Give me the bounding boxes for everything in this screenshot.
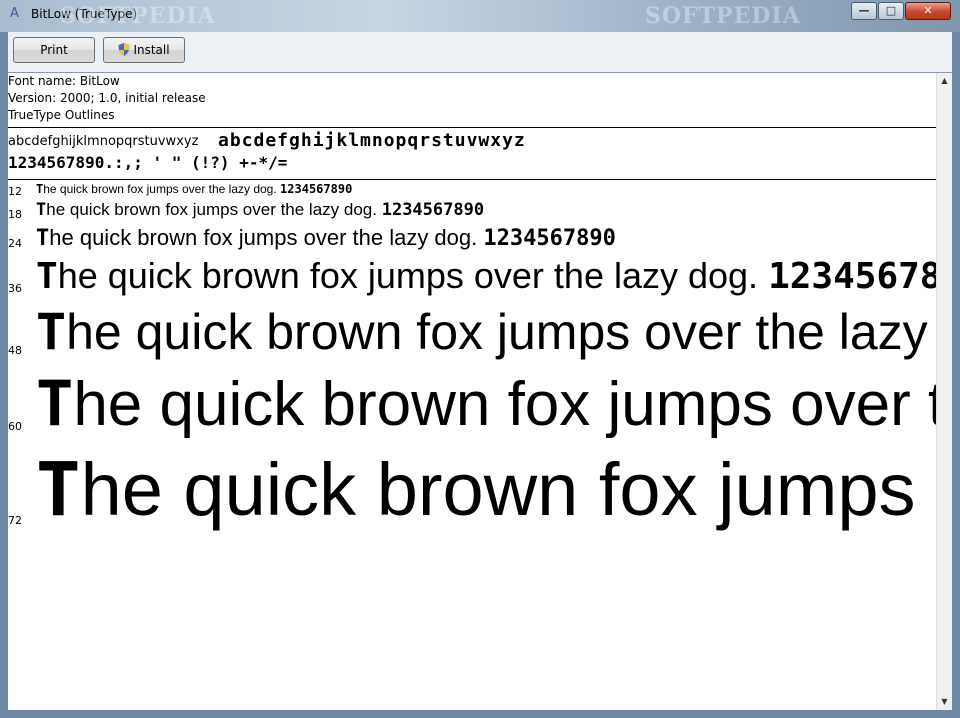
charset-numbers-symbols: 1234567890.:,; ' " (!?) +-*/= <box>8 153 288 172</box>
title-bar[interactable]: A BitLow (TrueType) SOFTPEDIA SOFTPEDIA … <box>0 0 960 32</box>
charset-lowercase-system: abcdefghijklmnopqrstuvwxyz <box>8 134 199 149</box>
sample-size: 18 <box>8 208 22 221</box>
sample-first-letter: T <box>36 367 74 440</box>
sample-pangram: he quick brown fox jumps over the lazy d… <box>57 255 759 296</box>
uac-shield-icon <box>118 43 130 56</box>
minimize-icon: — <box>858 4 870 17</box>
sample-digits: 1234567890 <box>381 200 485 220</box>
minimize-button[interactable]: — <box>851 2 877 20</box>
print-button[interactable]: Print <box>13 37 95 63</box>
toolbar: Print Install <box>8 32 952 73</box>
sample-first-letter: T <box>36 226 50 251</box>
sample-first-letter: T <box>36 256 58 297</box>
charset-lowercase-font: abcdefghijklmnopqrstuvwxyz <box>218 130 526 151</box>
sample-pangram: he quick brown fox jumps over the lazy d… <box>46 200 377 219</box>
font-preview-area: Font name: BitLow Version: 2000; 1.0, in… <box>8 73 936 710</box>
sample-row: 72 The quick brown fox jumps over the la… <box>8 445 936 545</box>
sample-row: 60 The quick brown fox jumps over the la… <box>8 365 936 447</box>
font-version: Version: 2000; 1.0, initial release <box>8 91 206 105</box>
sample-row: 36 The quick brown fox jumps over the la… <box>8 253 936 305</box>
sample-text: The quick brown fox jumps over the lazy … <box>36 182 352 196</box>
sample-text: The quick brown fox jumps over the lazy … <box>36 200 484 220</box>
scroll-down-icon[interactable]: ▼ <box>937 694 952 710</box>
maximize-icon: □ <box>885 4 897 17</box>
sample-size: 72 <box>8 514 22 527</box>
close-icon: ✕ <box>923 4 933 17</box>
sample-pangram: he quick brown fox jumps over the lazy d… <box>80 448 936 531</box>
sample-text: The quick brown fox jumps over the lazy … <box>36 255 936 297</box>
sample-row: 24 The quick brown fox jumps over the la… <box>8 222 936 256</box>
sample-size: 24 <box>8 237 22 250</box>
divider <box>8 127 936 128</box>
sample-row: 18 The quick brown fox jumps over the la… <box>8 198 936 224</box>
divider <box>8 179 936 180</box>
sample-row: 48 The quick brown fox jumps over the la… <box>8 301 936 367</box>
sample-size: 12 <box>8 185 22 198</box>
font-outline-type: TrueType Outlines <box>8 108 115 122</box>
watermark-left: SOFTPEDIA <box>60 3 216 29</box>
maximize-button[interactable]: □ <box>878 2 904 20</box>
sample-digits: 1234567890 <box>280 182 353 196</box>
sample-first-letter: T <box>36 447 81 533</box>
print-button-label: Print <box>40 43 68 57</box>
font-name: Font name: BitLow <box>8 74 120 88</box>
sample-first-letter: T <box>36 200 47 220</box>
sample-digits: 1234567890 <box>768 256 936 297</box>
sample-text: The quick brown fox jumps over the lazy … <box>36 447 936 533</box>
sample-first-letter: T <box>36 303 67 361</box>
sample-pangram: he quick brown fox jumps over the lazy d… <box>49 225 478 250</box>
vertical-scrollbar[interactable]: ▲ ▼ <box>936 73 952 710</box>
install-button[interactable]: Install <box>103 37 185 63</box>
sample-text: The quick brown fox jumps over the lazy … <box>36 367 936 440</box>
sample-size: 36 <box>8 282 22 295</box>
sample-pangram: he quick brown fox jumps over the lazy d… <box>73 370 936 439</box>
sample-pangram: he quick brown fox jumps over the lazy d… <box>43 182 277 196</box>
font-info: Font name: BitLow Version: 2000; 1.0, in… <box>8 73 936 124</box>
close-button[interactable]: ✕ <box>905 2 951 20</box>
sample-text: The quick brown fox jumps over the lazy … <box>36 225 616 251</box>
font-app-icon: A <box>10 6 19 21</box>
sample-size: 48 <box>8 344 22 357</box>
sample-text: The quick brown fox jumps over the lazy … <box>36 303 936 361</box>
scroll-up-icon[interactable]: ▲ <box>937 73 952 89</box>
install-button-label: Install <box>133 43 170 57</box>
sample-size: 60 <box>8 420 22 433</box>
sample-row: 12 The quick brown fox jumps over the la… <box>8 182 936 199</box>
font-viewer-window: A BitLow (TrueType) SOFTPEDIA SOFTPEDIA … <box>0 0 960 718</box>
watermark-right: SOFTPEDIA <box>645 3 801 29</box>
sample-pangram: he quick brown fox jumps over the lazy d… <box>66 304 936 360</box>
sample-digits: 1234567890 <box>483 226 616 251</box>
